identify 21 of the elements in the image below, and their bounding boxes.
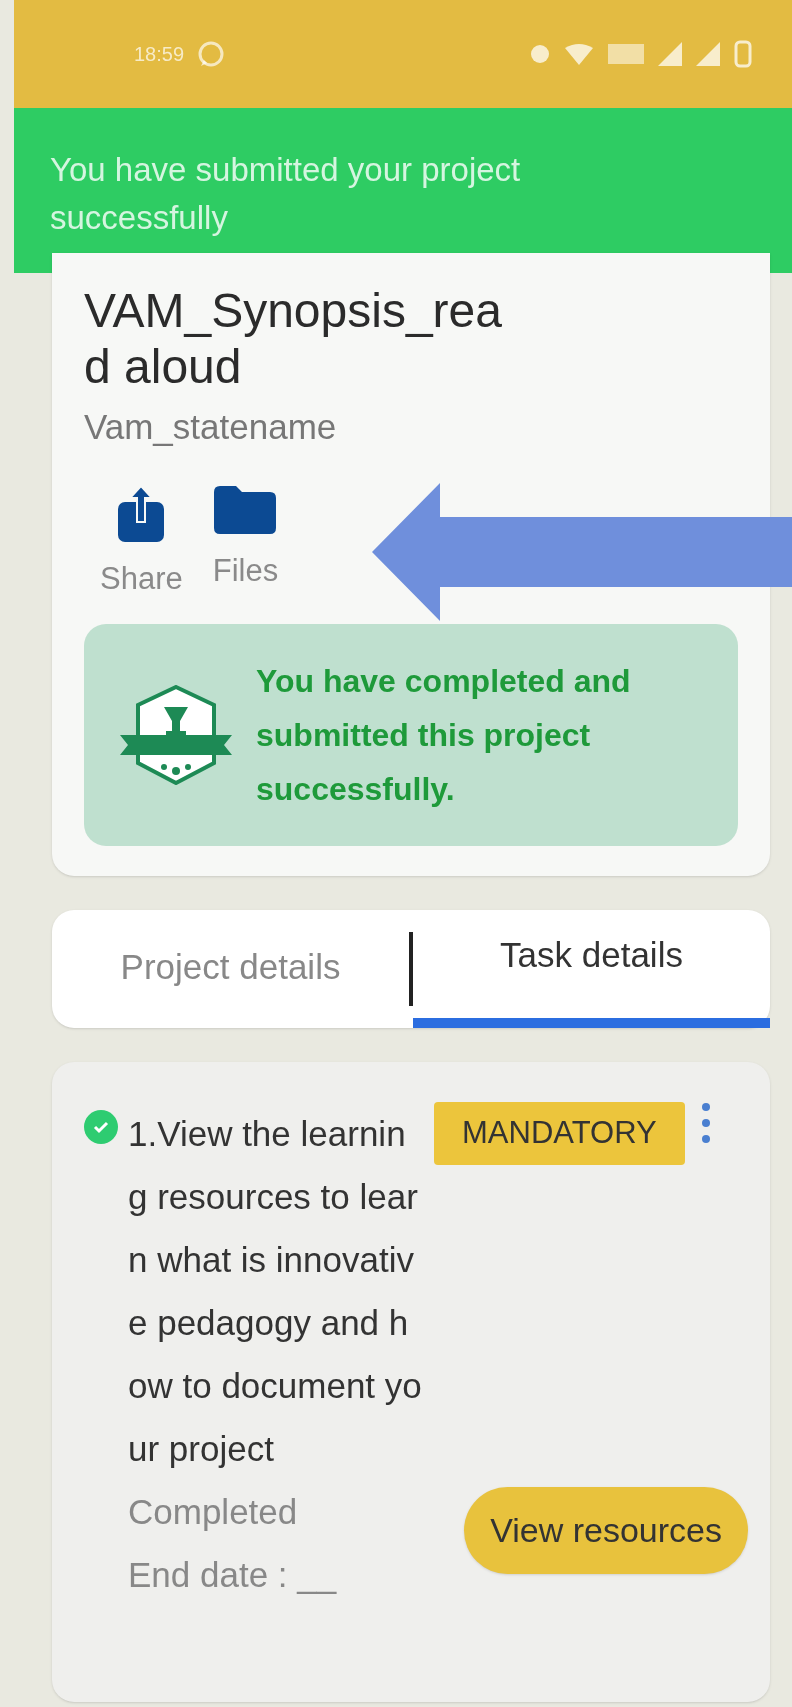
more-options-icon[interactable]	[700, 1102, 711, 1144]
task-status: Completed	[128, 1491, 299, 1533]
project-title: VAM_Synopsis_read aloud	[84, 283, 503, 395]
complete-badge-icon	[120, 685, 232, 785]
task-title: 1.View the learning resources to learn what is innovative pedagogy and how to document your project	[128, 1113, 422, 1470]
signal-icon	[658, 42, 682, 66]
battery-icon	[734, 40, 752, 68]
folder-icon	[214, 483, 277, 534]
task-end-date: End date : __	[128, 1554, 338, 1596]
tab[interactable]: Task details	[413, 910, 770, 1028]
view-resources-button[interactable]: View resources	[464, 1487, 748, 1574]
status-time: 18:59	[134, 42, 185, 67]
toast-message: You have submitted your project successfully	[50, 150, 522, 238]
signal-icon	[696, 42, 720, 66]
tab[interactable]: Project details	[52, 910, 409, 1028]
completion-message: You have completed and submitted this project successfully.	[256, 662, 632, 809]
project-subtitle: Vam_statename	[84, 406, 338, 448]
files-button[interactable]: Files	[212, 483, 279, 602]
mandatory-badge: MANDATORY	[434, 1102, 685, 1165]
share-button[interactable]: Share	[100, 483, 183, 602]
wifi-icon	[564, 42, 594, 66]
